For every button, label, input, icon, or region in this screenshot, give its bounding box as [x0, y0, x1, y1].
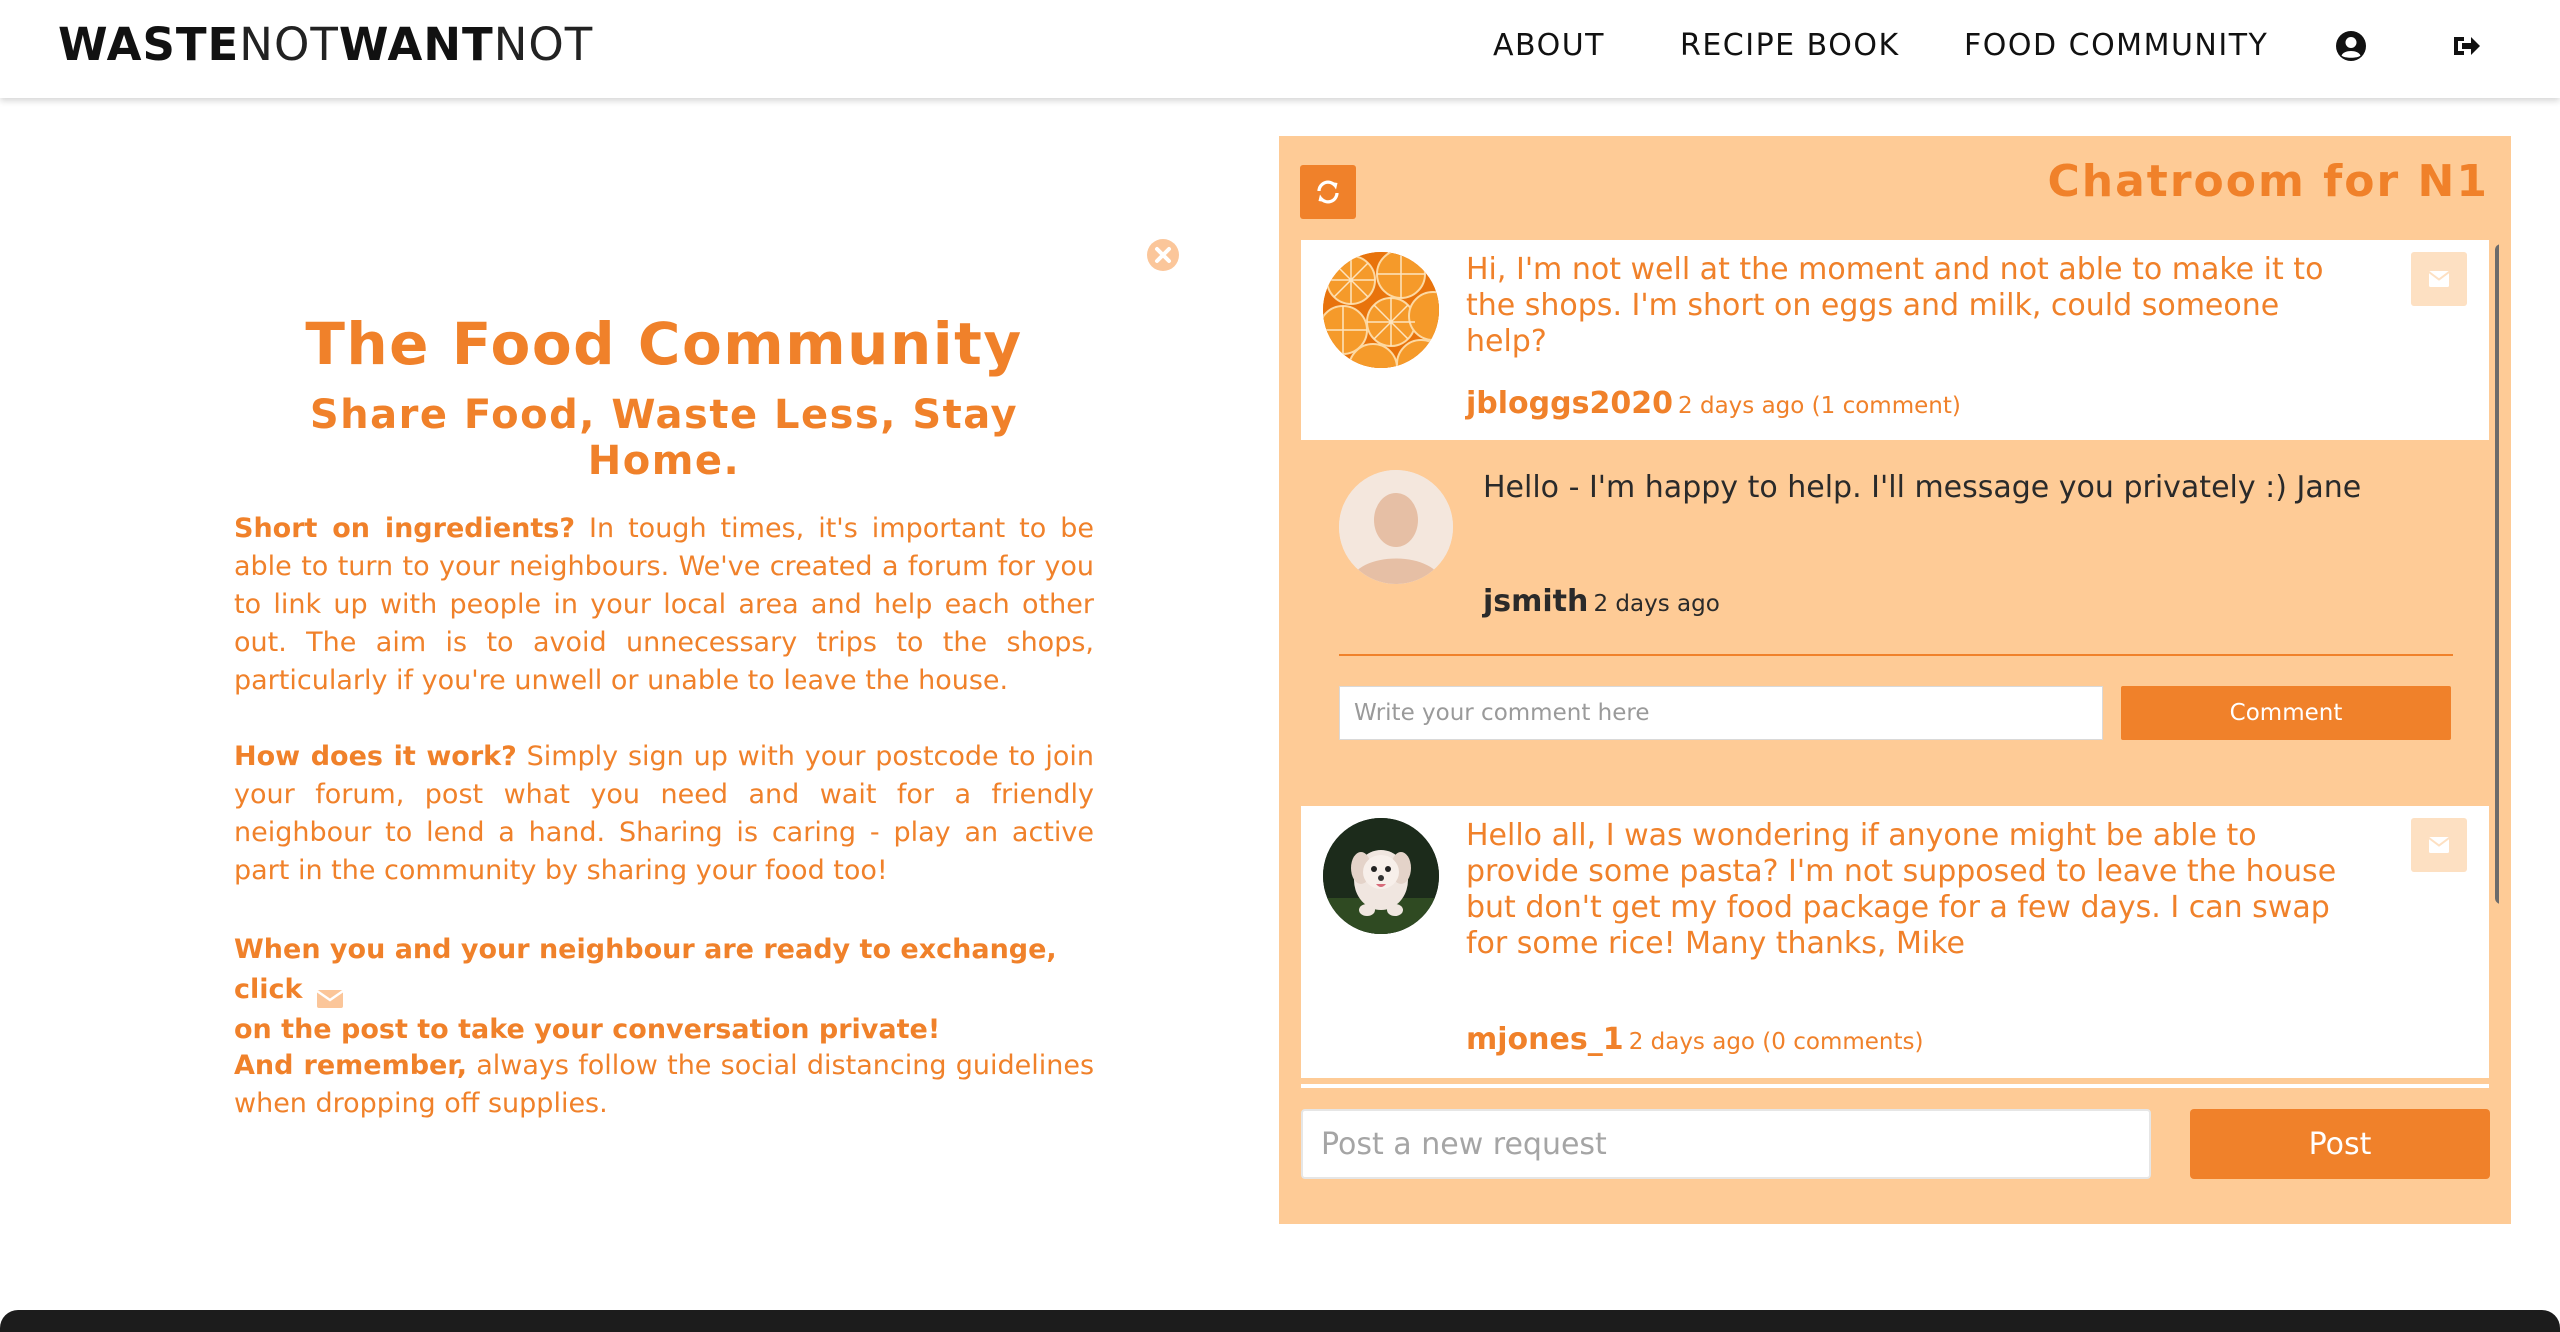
page-subtitle: Share Food, Waste Less, Stay Home. — [309, 392, 1019, 484]
envelope-icon — [316, 981, 345, 1008]
puppy-avatar — [1323, 818, 1439, 934]
private-message-button[interactable] — [2411, 818, 2467, 872]
feed-scrollbar[interactable] — [2495, 244, 2499, 904]
post-card: Hi, I'm not well at the moment and not a… — [1301, 240, 2489, 440]
nav-links: ABOUT RECIPE BOOK FOOD COMMUNITY — [0, 28, 2560, 68]
refresh-button[interactable] — [1300, 165, 1356, 219]
info-lead-how-does-it-work: How does it work? — [234, 741, 517, 772]
info-paragraph-exchange: When you and your neighbour are ready to… — [234, 930, 1094, 1050]
chatroom-title: Chatroom for N1 — [2047, 156, 2489, 207]
envelope-icon — [2429, 271, 2449, 287]
user-circle-icon[interactable] — [2335, 30, 2367, 62]
page-title: The Food Community — [305, 310, 1023, 378]
info-lead-and-remember: And remember, — [234, 1050, 467, 1081]
post-text: Hello all, I was wondering if anyone mig… — [1466, 818, 2337, 961]
sign-out-icon[interactable] — [2450, 30, 2482, 62]
comment-divider — [1339, 654, 2453, 656]
new-request-input[interactable] — [1301, 1109, 2151, 1179]
comment-meta: jsmith 2 days ago — [1483, 584, 1720, 619]
post-meta: mjones_1 2 days ago (0 comments) — [1466, 1022, 1923, 1057]
next-post-edge — [1301, 1084, 2489, 1088]
top-navbar: WASTENOTWANTNOT ABOUT RECIPE BOOK FOOD C… — [0, 0, 2560, 98]
post-username[interactable]: mjones_1 — [1466, 1022, 1624, 1057]
nav-recipe-book[interactable]: RECIPE BOOK — [1680, 28, 1900, 63]
comment-button[interactable]: Comment — [2121, 686, 2451, 740]
info-exchange-part2: on the post to take your conversation pr… — [234, 1014, 941, 1045]
comment-text: Hello - I'm happy to help. I'll message … — [1483, 470, 2362, 505]
post-button[interactable]: Post — [2190, 1109, 2490, 1179]
post-timestamp: 2 days ago (0 comments) — [1628, 1029, 1924, 1055]
info-paragraph-intro: Short on ingredients? In tough times, it… — [234, 510, 1094, 700]
orange-slices-avatar — [1323, 252, 1439, 368]
post-meta: jbloggs2020 2 days ago (1 comment) — [1466, 386, 1961, 421]
post-card: Hello all, I was wondering if anyone mig… — [1301, 806, 2489, 1078]
window-bottom-edge — [0, 1310, 2560, 1332]
chat-feed[interactable]: Hi, I'm not well at the moment and not a… — [1301, 240, 2499, 1088]
post-username[interactable]: jbloggs2020 — [1466, 386, 1673, 421]
refresh-icon — [1317, 180, 1339, 204]
envelope-icon — [2429, 837, 2449, 853]
private-message-button[interactable] — [2411, 252, 2467, 306]
comment-username[interactable]: jsmith — [1483, 584, 1588, 619]
info-paragraph-remember: And remember, always follow the social d… — [234, 1047, 1094, 1123]
close-icon[interactable] — [1146, 238, 1180, 272]
info-exchange-part1: When you and your neighbour are ready to… — [234, 934, 1057, 1005]
chatroom-panel: Chatroom for N1 Hi, I'm not well at the … — [1279, 136, 2511, 1224]
comment-timestamp: 2 days ago — [1593, 591, 1720, 617]
comment-input[interactable] — [1339, 686, 2103, 740]
post-text: Hi, I'm not well at the moment and not a… — [1466, 252, 2324, 359]
post-timestamp: 2 days ago (1 comment) — [1678, 393, 1961, 419]
nav-food-community[interactable]: FOOD COMMUNITY — [1964, 28, 2268, 63]
info-paragraph-how: How does it work? Simply sign up with yo… — [234, 738, 1094, 890]
nav-about[interactable]: ABOUT — [1493, 28, 1605, 63]
default-user-avatar — [1339, 470, 1453, 584]
info-lead-short-on-ingredients: Short on ingredients? — [234, 513, 576, 544]
